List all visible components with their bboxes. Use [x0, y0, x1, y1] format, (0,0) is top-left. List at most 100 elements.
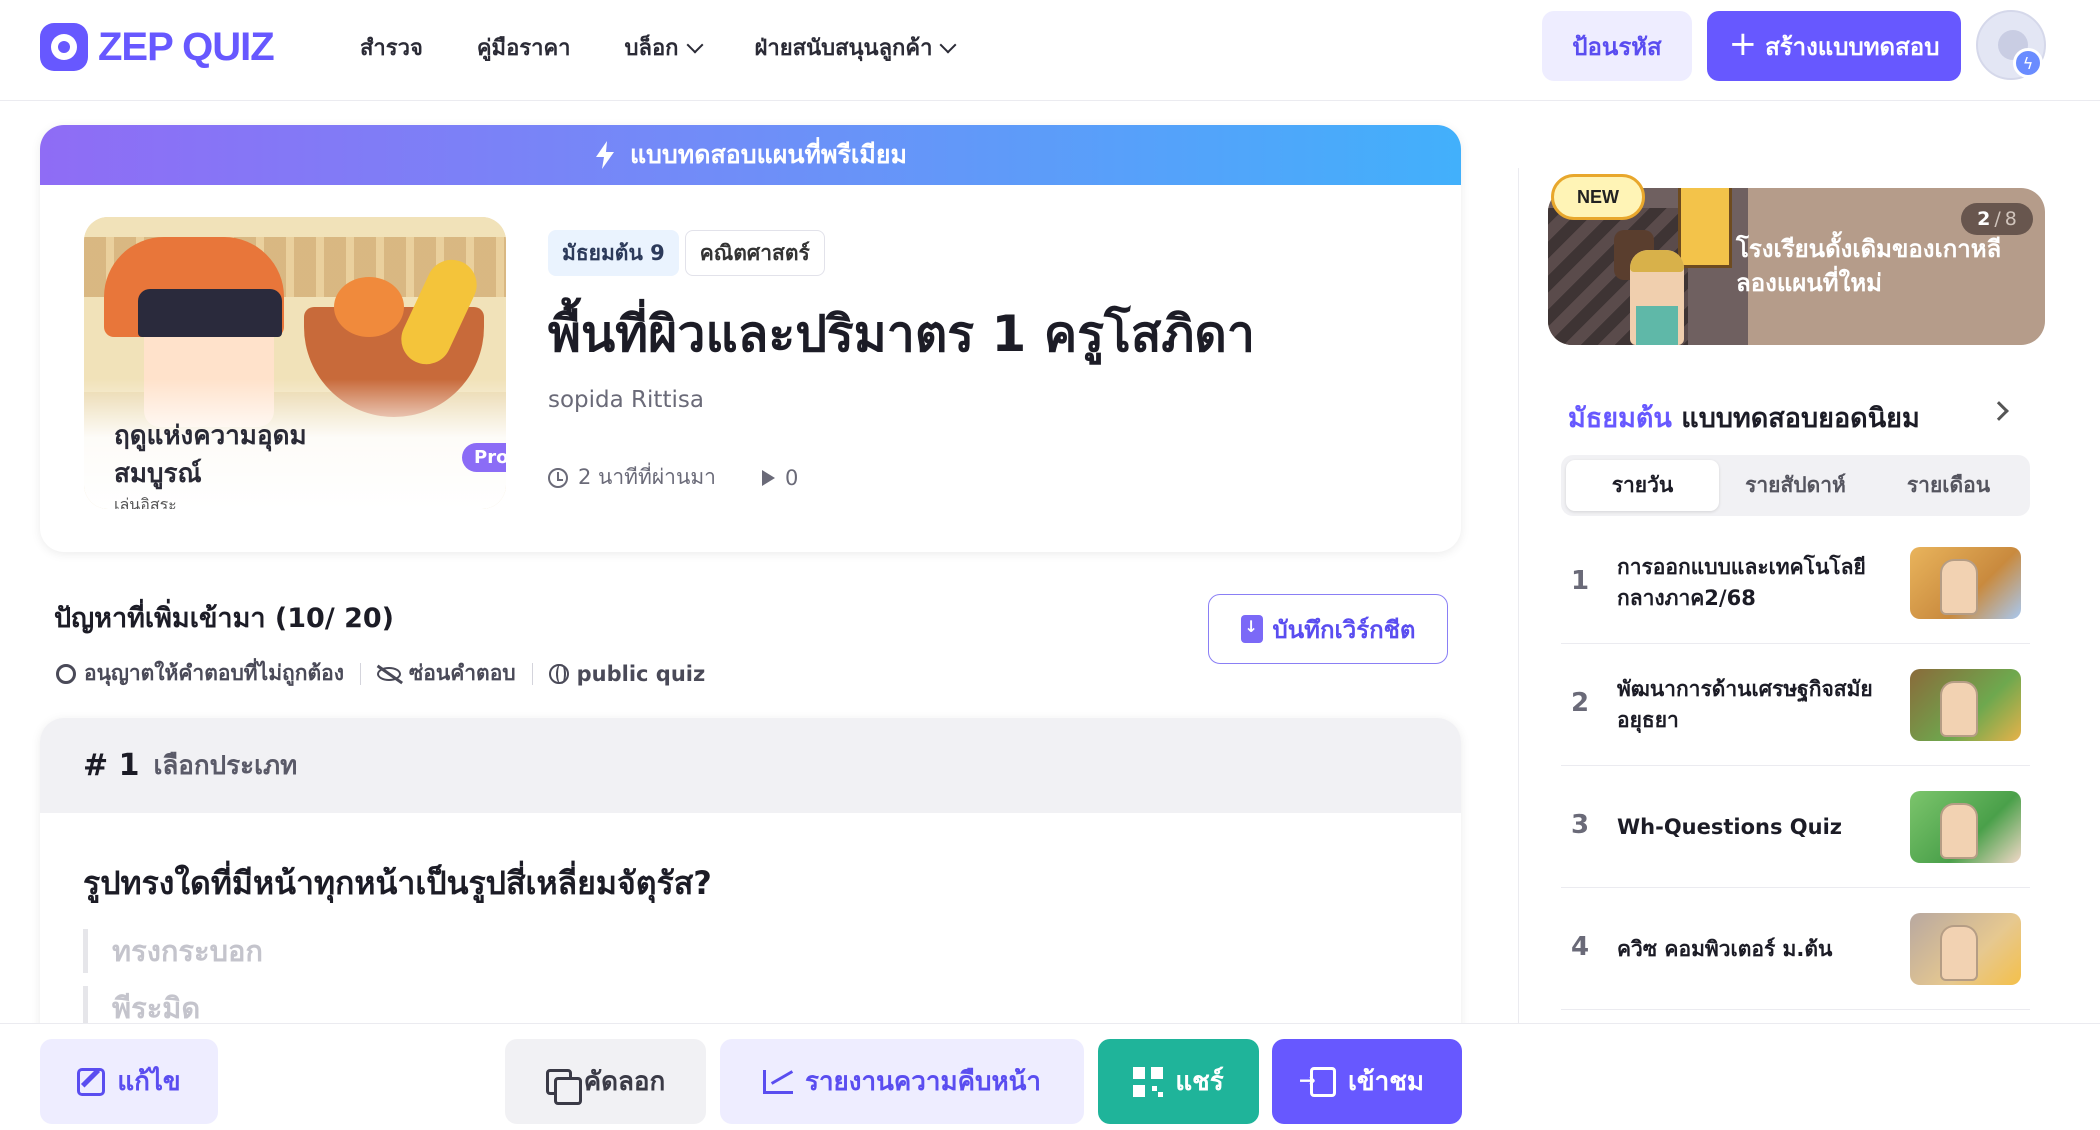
save-worksheet-label: บันทึกเวิร์กชีต — [1272, 615, 1416, 644]
rank-thumbnail — [1910, 791, 2021, 863]
question-text: รูปทรงใดที่มีหน้าทุกหน้าเป็นรูปสี่เหลี่ย… — [83, 864, 712, 902]
time-ago: 2 นาทีที่ผ่านมา — [578, 465, 716, 489]
nav-support-label: ฝ่ายสนับสนุนลูกค้า — [754, 36, 933, 61]
promo-text: โรงเรียนดั้งเดิมของเกาหลี ลองแผนที่ใหม่ — [1736, 232, 2001, 300]
circle-icon — [56, 663, 76, 684]
chevron-right-icon[interactable] — [1989, 401, 2009, 421]
ranking-item[interactable]: 1 การออกแบบและเทคโนโลยี กลางภาค2/68 — [1561, 522, 2030, 644]
option-allow-wrong: อนุญาตให้คำตอบที่ไม่ถูกต้อง — [56, 657, 344, 690]
popular-grade: มัธยมต้น — [1568, 403, 1672, 434]
lightning-badge-icon: ϟ — [2013, 48, 2043, 78]
ranking-tabs: รายวัน รายสัปดาห์ รายเดือน — [1561, 455, 2030, 516]
ranking-item[interactable]: 4 ควิซ คอมพิวเตอร์ ม.ต้น — [1561, 888, 2030, 1010]
nav-blog-label: บล็อก — [624, 36, 679, 61]
rank-title: การออกแบบและเทคโนโลยี กลางภาค2/68 — [1617, 555, 1866, 610]
nav-explore[interactable]: สำรวจ — [360, 30, 423, 65]
nav-explore-label: สำรวจ — [360, 36, 423, 61]
pro-badge: Pro — [462, 443, 506, 472]
nav-pricing[interactable]: คู่มือราคา — [477, 30, 571, 65]
tab-monthly[interactable]: รายเดือน — [1872, 460, 2025, 511]
globe-icon — [548, 663, 569, 684]
logo-text: ZEP QUIZ — [98, 24, 275, 69]
sidebar-divider — [1518, 168, 1519, 1023]
map-mode: เล่นอิสระ — [114, 495, 177, 509]
rank-number: 1 — [1571, 566, 1590, 596]
popular-title: แบบทดสอบยอดนิยม — [1681, 403, 1920, 434]
lightning-icon — [595, 141, 614, 169]
tab-daily[interactable]: รายวัน — [1566, 460, 1719, 511]
ranking-item[interactable]: 3 Wh-Questions Quiz — [1561, 766, 2030, 888]
thumbnail-character — [1940, 803, 1978, 859]
copy-label: คัดลอก — [583, 1067, 666, 1097]
download-document-icon — [1240, 615, 1263, 643]
question-header: # 1 เลือกประเภท — [40, 718, 1461, 813]
play-count: 0 — [784, 465, 799, 490]
edit-icon — [77, 1067, 106, 1096]
edit-button[interactable]: แก้ไข — [40, 1039, 218, 1124]
play-icon — [761, 469, 775, 486]
question-number: # 1 — [83, 748, 140, 783]
rank-title: Wh-Questions Quiz — [1617, 814, 1843, 839]
copy-button[interactable]: คัดลอก — [505, 1039, 706, 1124]
divider — [360, 662, 361, 685]
share-button[interactable]: แชร์ — [1098, 1039, 1259, 1124]
clock-icon — [548, 467, 568, 488]
create-quiz-button[interactable]: + สร้างแบบทดสอบ — [1707, 11, 1961, 81]
rank-number: 2 — [1571, 688, 1590, 718]
option-hide-answer: ซ่อนคำตอบ — [377, 657, 516, 690]
progress-report-label: รายงานความคืบหน้า — [804, 1067, 1041, 1097]
eye-off-icon — [377, 666, 401, 681]
thumbnail-character — [1940, 925, 1978, 981]
enter-icon — [1299, 1066, 1336, 1097]
map-thumbnail[interactable]: ฤดูแห่งความอุดมสมบูรณ์ เล่นอิสระ Pro — [84, 217, 506, 509]
logo-icon — [40, 23, 88, 71]
problems-heading: ปัญหาที่เพิ่มเข้ามา (10/ 20) — [54, 603, 395, 634]
rank-thumbnail — [1910, 913, 2021, 985]
enter-code-button[interactable]: ป้อนรหัส — [1542, 11, 1692, 81]
progress-report-button[interactable]: รายงานความคืบหน้า — [720, 1039, 1084, 1124]
quiz-tags: มัธยมต้น 9 คณิตศาสตร์ — [548, 230, 825, 276]
chevron-down-icon — [686, 36, 703, 53]
ranking-item[interactable]: 2 พัฒนาการด้านเศรษฐกิจสมัยอยุธยา — [1561, 644, 2030, 766]
chevron-down-icon — [939, 36, 957, 53]
option-public-label: public quiz — [576, 661, 706, 686]
option-allow-wrong-label: อนุญาตให้คำตอบที่ไม่ถูกต้อง — [84, 661, 344, 685]
create-quiz-label: สร้างแบบทดสอบ — [1765, 32, 1940, 61]
question-type: เลือกประเภท — [153, 751, 298, 781]
quiz-title: พื้นที่ผิวและปริมาตร 1 ครูโสภิดา — [548, 305, 1255, 363]
promo-door — [1678, 188, 1732, 268]
quiz-author[interactable]: sopida Rittisa — [548, 387, 704, 413]
map-name: ฤดูแห่งความอุดมสมบูรณ์ — [114, 421, 307, 489]
plus-icon: + — [1728, 24, 1758, 64]
nav-blog[interactable]: บล็อก — [624, 30, 703, 65]
popular-quizzes-heading[interactable]: มัธยมต้น แบบทดสอบยอดนิยม — [1568, 396, 1920, 439]
thumbnail-character — [1940, 681, 1978, 737]
promo-text-line1: โรงเรียนดั้งเดิมของเกาหลี — [1736, 235, 2002, 263]
quiz-info-card: แบบทดสอบแผนที่พรีเมียม ฤดูแห่งความอุดมสม… — [40, 125, 1461, 552]
grade-tag[interactable]: มัธยมต้น 9 — [548, 230, 679, 276]
rank-number: 3 — [1571, 810, 1590, 840]
promo-total: 8 — [2004, 208, 2017, 230]
rank-title: พัฒนาการด้านเศรษฐกิจสมัยอยุธยา — [1617, 677, 1873, 732]
divider — [531, 662, 533, 685]
copy-icon — [545, 1068, 582, 1105]
promo-character — [1630, 250, 1684, 345]
promo-text-line2: ลองแผนที่ใหม่ — [1736, 269, 1882, 297]
subject-tag[interactable]: คณิตศาสตร์ — [684, 230, 825, 276]
main-nav: สำรวจ คู่มือราคา บล็อก ฝ่ายสนับสนุนลูกค้… — [360, 30, 1008, 65]
enter-button[interactable]: เข้าชม — [1272, 1039, 1462, 1124]
promo-page-counter: 2/8 — [1961, 203, 2033, 235]
rank-thumbnail — [1910, 547, 2021, 619]
save-worksheet-button[interactable]: บันทึกเวิร์กชีต — [1208, 594, 1448, 664]
chart-icon — [762, 1069, 793, 1094]
rank-number: 4 — [1571, 932, 1590, 962]
zep-quiz-logo[interactable]: ZEP QUIZ — [40, 22, 275, 72]
answer-option: ทรงกระบอก — [83, 929, 683, 973]
nav-support[interactable]: ฝ่ายสนับสนุนลูกค้า — [754, 30, 957, 65]
new-badge: NEW — [1551, 174, 1645, 220]
tab-weekly[interactable]: รายสัปดาห์ — [1719, 460, 1872, 511]
quiz-meta: 2 นาทีที่ผ่านมา 0 — [548, 461, 798, 494]
qr-code-icon — [1133, 1066, 1164, 1097]
thumbnail-character — [1940, 559, 1978, 615]
premium-map-banner: แบบทดสอบแผนที่พรีเมียม — [40, 125, 1461, 185]
